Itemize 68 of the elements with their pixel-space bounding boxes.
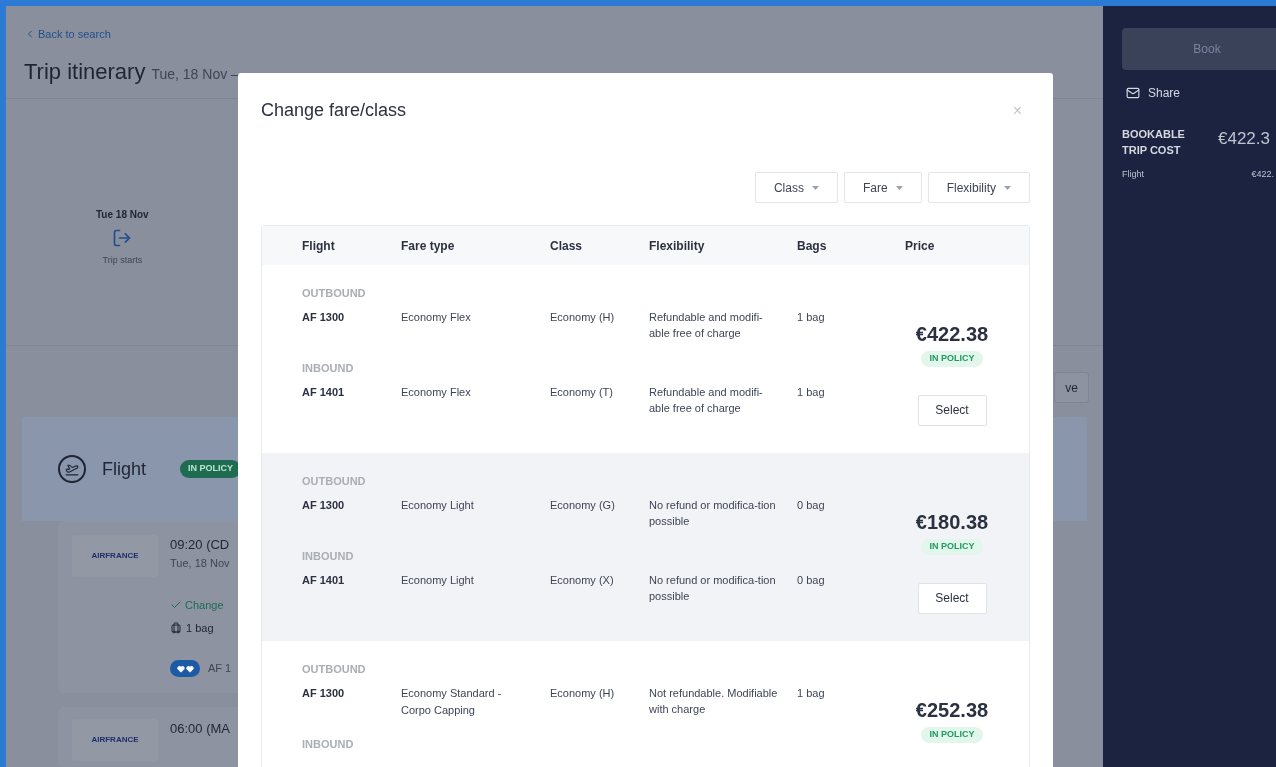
timeline-date: Tue 18 Nov	[96, 207, 149, 222]
departure-time: 09:20 (CD	[170, 536, 231, 554]
cost-line-value: €422.	[1251, 168, 1274, 181]
fare-type: Economy Flex	[401, 310, 472, 325]
direction-label: INBOUND	[302, 737, 355, 752]
cost-label: BOOKABLE TRIP COST	[1122, 127, 1186, 158]
select-button[interactable]: Select	[917, 394, 987, 426]
fare-type: Economy Light	[401, 498, 475, 513]
class-name: Economy (X)	[550, 573, 615, 588]
page-title: Trip itinerary	[24, 57, 146, 86]
flexibility-text: Not refundable. Modifiable with charge	[649, 686, 779, 717]
flexibility-text: No refund or modifica-tion possible	[649, 498, 777, 529]
flexibility-text: Refundable and modifi-able free of charge	[649, 385, 764, 416]
direction-label: OUTBOUND	[302, 286, 367, 301]
direction-label: INBOUND	[302, 549, 355, 564]
fare-price: €180.38	[915, 510, 989, 535]
cost-line-label: Flight	[1122, 168, 1144, 181]
departure-time: 06:00 (MA	[170, 720, 230, 738]
flight-number: AF 1401	[302, 385, 346, 400]
bag-count: 1 bag	[797, 310, 826, 325]
column-header: Flight	[302, 237, 336, 255]
class-name: Economy (H)	[550, 310, 616, 325]
fare-type: Economy Light	[401, 573, 475, 588]
bag-count: 1 bag	[797, 686, 826, 701]
column-header: Price	[905, 237, 936, 255]
bag-count: 0 bag	[797, 498, 826, 513]
bag-count: 1 bag	[797, 385, 826, 400]
timeline-label: Trip starts	[102, 253, 143, 267]
section-title: Flight	[102, 457, 146, 481]
direction-label: INBOUND	[302, 361, 355, 376]
bag-count: 0 bag	[797, 573, 826, 588]
policy-badge: IN POLICY	[921, 727, 983, 743]
fare-type: Economy Standard - Corpo Capping	[401, 686, 503, 718]
class-name: Economy (H)	[550, 686, 616, 701]
class-name: Economy (T)	[550, 385, 614, 400]
direction-label: OUTBOUND	[302, 474, 367, 489]
direction-label: OUTBOUND	[302, 662, 367, 677]
bag-count: 1 bag	[170, 619, 232, 636]
share-link[interactable]: Share	[1148, 84, 1181, 102]
airline-logo: AIRFRANCE	[72, 719, 158, 761]
filter-dropdown[interactable]: Fare	[843, 172, 922, 203]
flight-number: AF 1300	[302, 686, 346, 701]
flexibility-text: No refund or modifica-tion possible	[649, 573, 777, 604]
policy-badge: IN POLICY	[921, 351, 983, 367]
change-status: Change	[170, 597, 232, 614]
flight-number: AF 1300	[302, 498, 346, 513]
fare-price: €252.38	[915, 698, 989, 723]
fare-type: Economy Flex	[401, 385, 472, 400]
column-header: Class	[550, 237, 584, 255]
trip-dates: Tue, 18 Nov –	[151, 64, 239, 84]
column-header: Bags	[797, 237, 828, 255]
policy-badge: IN POLICY	[921, 539, 983, 555]
flight-number: AF 1300	[302, 310, 346, 325]
departure-date: Tue, 18 Nov	[170, 555, 231, 571]
modal-title: Change fare/class	[261, 99, 407, 122]
select-button[interactable]: Select	[917, 582, 987, 614]
filter-dropdown[interactable]: Class	[754, 172, 838, 203]
airline-logo: AIRFRANCE	[72, 535, 158, 577]
class-name: Economy (G)	[550, 498, 616, 513]
flight-number: AF 1401	[302, 573, 346, 588]
column-header: Fare type	[401, 237, 456, 255]
column-header: Flexibility	[649, 237, 706, 255]
filter-dropdown[interactable]: Flexibility	[927, 172, 1030, 203]
cost-value: €422.3	[1218, 128, 1270, 150]
partial-button[interactable]: ve	[1054, 372, 1089, 403]
flight-number: AF 1	[208, 661, 232, 677]
flexibility-text: Refundable and modifi-able free of charge	[649, 310, 764, 341]
fare-price: €422.38	[915, 322, 989, 347]
